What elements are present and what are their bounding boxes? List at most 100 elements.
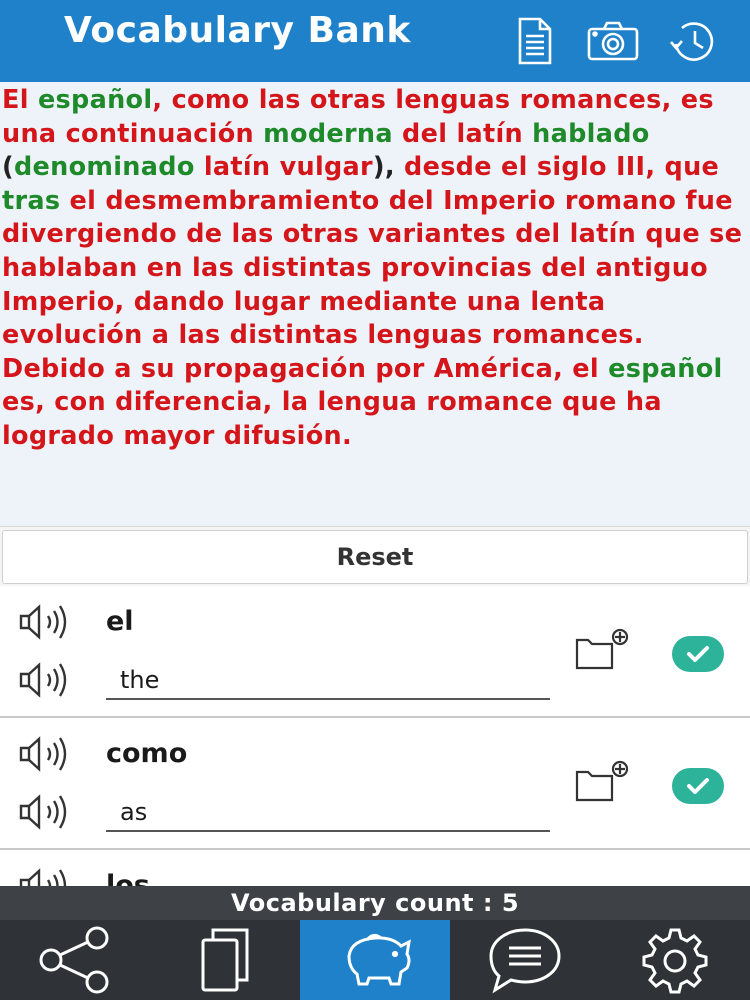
meaning-value: as — [120, 798, 148, 826]
passage-word-unknown[interactable]: es — [2, 387, 35, 417]
passage-word-unknown[interactable]: el — [572, 354, 599, 384]
passage-word-unknown[interactable]: desde — [404, 152, 492, 182]
passage-word-unknown[interactable]: logrado — [2, 421, 114, 451]
passage-word-unknown[interactable]: romano — [565, 186, 676, 216]
passage-word-unknown[interactable]: lenguas — [367, 320, 482, 350]
passage-word-unknown[interactable]: del — [389, 186, 434, 216]
meaning-input[interactable]: as — [106, 798, 550, 832]
passage-word-unknown[interactable]: el — [70, 186, 97, 216]
passage-word-known[interactable]: español — [38, 85, 152, 115]
passage-word-unknown[interactable]: las — [259, 85, 301, 115]
passage-word-unknown[interactable]: lenta — [530, 287, 605, 317]
passage-word-unknown[interactable]: las — [232, 219, 274, 249]
passage-word-unknown[interactable]: hablaban — [2, 253, 138, 283]
passage-word-unknown[interactable]: el — [501, 152, 528, 182]
passage-word-known[interactable]: denominado — [14, 152, 195, 182]
passage-word-unknown[interactable]: continuación — [66, 119, 254, 149]
passage-word-unknown[interactable]: América — [434, 354, 553, 384]
passage-word-unknown[interactable]: su — [141, 354, 175, 384]
passage-word-known[interactable]: español — [608, 354, 722, 384]
meaning-input[interactable]: the — [106, 666, 550, 700]
vocabulary-list[interactable]: el the como as los — [0, 586, 750, 886]
passage-word-unknown[interactable]: siglo — [537, 152, 607, 182]
passage-word-unknown[interactable]: es — [681, 85, 714, 115]
passage-word-unknown[interactable]: a — [152, 320, 170, 350]
passage-word-unknown[interactable]: una — [2, 119, 56, 149]
passage-word-unknown[interactable]: que — [665, 152, 720, 182]
passage-word-unknown[interactable]: del — [515, 219, 560, 249]
passage-word-known[interactable]: hablado — [532, 119, 649, 149]
passage-word-unknown[interactable]: romances — [492, 320, 634, 350]
passage-word-unknown[interactable]: propagación — [184, 354, 366, 384]
passage-word-known[interactable]: moderna — [263, 119, 393, 149]
passage-word-unknown[interactable]: difusión — [224, 421, 342, 451]
passage-word-unknown[interactable]: diferencia — [115, 387, 262, 417]
passage-word-unknown[interactable]: otras — [283, 219, 359, 249]
passage-word-unknown[interactable]: antiguo — [596, 253, 708, 283]
reset-button[interactable]: Reset — [2, 530, 748, 584]
passage-word-unknown[interactable]: lenguas — [395, 85, 510, 115]
passage-word-unknown[interactable]: distintas — [230, 320, 359, 350]
passage-word-unknown[interactable]: que — [562, 387, 617, 417]
passage-word-unknown[interactable]: en — [147, 253, 183, 283]
passage-punctuation — [599, 354, 608, 384]
passage-word-unknown[interactable]: latín — [204, 152, 271, 182]
passage-word-unknown[interactable]: mayor — [123, 421, 214, 451]
passage-word-unknown[interactable]: El — [2, 85, 29, 115]
learned-check-icon[interactable] — [672, 768, 724, 804]
passage-word-unknown[interactable]: ha — [626, 387, 662, 417]
camera-icon[interactable] — [586, 14, 640, 68]
passage-word-unknown[interactable]: de — [186, 219, 222, 249]
nav-share[interactable] — [0, 920, 150, 1000]
passage-word-unknown[interactable]: del — [402, 119, 447, 149]
passage-word-unknown[interactable]: por — [375, 354, 424, 384]
passage-word-known[interactable]: tras — [2, 186, 60, 216]
nav-chat[interactable] — [450, 920, 600, 1000]
add-to-folder-icon[interactable] — [574, 626, 630, 672]
passage-word-unknown[interactable]: vulgar — [280, 152, 373, 182]
passage-word-unknown[interactable]: las — [178, 320, 220, 350]
passage-word-unknown[interactable]: una — [467, 287, 521, 317]
passage-word-unknown[interactable]: variantes — [368, 219, 506, 249]
passage-word-unknown[interactable]: dando — [134, 287, 225, 317]
add-to-folder-icon[interactable] — [574, 758, 630, 804]
passage-word-unknown[interactable]: la — [282, 387, 309, 417]
history-icon[interactable] — [666, 14, 720, 68]
nav-copy[interactable] — [150, 920, 300, 1000]
passage-word-unknown[interactable]: se — [709, 219, 742, 249]
passage-word-unknown[interactable]: del — [541, 253, 586, 283]
passage-word-unknown[interactable]: Debido — [2, 354, 105, 384]
speaker-icon[interactable] — [18, 734, 76, 774]
nav-settings[interactable] — [600, 920, 750, 1000]
speaker-icon[interactable] — [18, 660, 76, 700]
passage-word-unknown[interactable]: romance — [426, 387, 553, 417]
passage-word-unknown[interactable]: a — [114, 354, 132, 384]
passage-word-unknown[interactable]: lengua — [318, 387, 418, 417]
passage-word-unknown[interactable]: como — [172, 85, 250, 115]
passage-word-unknown[interactable]: divergiendo — [2, 219, 177, 249]
passage-word-unknown[interactable]: que — [645, 219, 700, 249]
passage-word-unknown[interactable]: fue — [685, 186, 732, 216]
passage-word-unknown[interactable]: lugar — [234, 287, 310, 317]
passage-word-unknown[interactable]: mediante — [319, 287, 457, 317]
speaker-icon[interactable] — [18, 602, 76, 642]
passage-word-unknown[interactable]: evolución — [2, 320, 143, 350]
passage-punctuation — [425, 354, 434, 384]
passage-word-unknown[interactable]: otras — [310, 85, 386, 115]
passage-word-unknown[interactable]: Imperio — [2, 287, 115, 317]
passage-word-unknown[interactable]: romances — [520, 85, 662, 115]
passage-word-unknown[interactable]: provincias — [381, 253, 532, 283]
speaker-icon[interactable] — [18, 792, 76, 832]
passage-word-unknown[interactable]: con — [54, 387, 106, 417]
learned-check-icon[interactable] — [672, 636, 724, 672]
passage-word-unknown[interactable]: Imperio — [443, 186, 556, 216]
passage-word-unknown[interactable]: III — [616, 152, 645, 182]
passage-word-unknown[interactable]: latín — [456, 119, 523, 149]
passage-word-unknown[interactable]: las — [192, 253, 234, 283]
document-icon[interactable] — [508, 14, 562, 68]
passage-word-unknown[interactable]: desmembramiento — [105, 186, 379, 216]
speaker-icon[interactable] — [18, 866, 76, 886]
passage-word-unknown[interactable]: distintas — [243, 253, 372, 283]
nav-vocabulary-bank[interactable] — [300, 920, 450, 1000]
passage-word-unknown[interactable]: latín — [570, 219, 637, 249]
